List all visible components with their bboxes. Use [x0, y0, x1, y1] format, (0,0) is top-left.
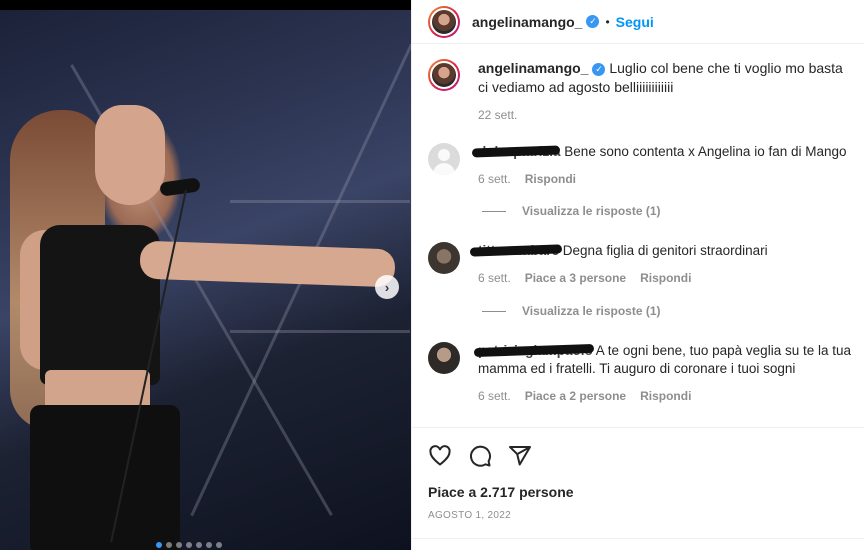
caption-username[interactable]: angelinamango_	[478, 60, 588, 76]
carousel-dot	[186, 542, 192, 548]
concert-image	[0, 10, 411, 550]
commenter-avatar[interactable]	[428, 342, 460, 374]
reply-button[interactable]: Rispondi	[525, 170, 576, 188]
comment-icon[interactable]	[468, 444, 492, 468]
view-replies-button[interactable]: Visualizza le risposte (1)	[482, 204, 661, 218]
comment-time[interactable]: 6 sett.	[478, 387, 511, 405]
comment-item: patriziagiampaolo A te ogni bene, tuo pa…	[428, 342, 853, 405]
instagram-post-modal: › angelinamango_ ✓ • Segui angelinamango…	[0, 0, 864, 550]
next-photo-button[interactable]: ›	[375, 275, 399, 299]
comment-input-area[interactable]	[412, 538, 864, 550]
comment-time[interactable]: 6 sett.	[478, 170, 511, 188]
carousel-dot	[156, 542, 162, 548]
comment-item: dolcepatrizia Bene sono contenta x Angel…	[428, 143, 853, 188]
carousel-dot	[206, 542, 212, 548]
comment-time[interactable]: 6 sett.	[478, 269, 511, 287]
comment-likes[interactable]: Piace a 2 persone	[525, 387, 626, 405]
microphone	[159, 177, 201, 197]
carousel-dot	[196, 542, 202, 548]
verified-badge-icon: ✓	[592, 62, 606, 76]
chevron-right-icon: ›	[384, 279, 390, 295]
commenter-avatar[interactable]	[428, 242, 460, 274]
share-icon[interactable]	[508, 444, 532, 468]
post-side-panel: angelinamango_ ✓ • Segui angelinamango_ ✓…	[411, 0, 864, 550]
carousel-dot	[216, 542, 222, 548]
post-photo[interactable]: ›	[0, 0, 411, 550]
post-header: angelinamango_ ✓ • Segui	[412, 0, 864, 44]
reply-button[interactable]: Rispondi	[640, 269, 691, 287]
default-avatar-icon[interactable]	[428, 143, 460, 175]
post-date[interactable]: AGOSTO 1, 2022	[428, 510, 849, 521]
caption-time[interactable]: 22 sett.	[478, 106, 517, 125]
post-actions: Piace a 2.717 persone AGOSTO 1, 2022	[412, 427, 864, 521]
carousel-dot	[176, 542, 182, 548]
author-avatar[interactable]	[428, 5, 460, 38]
comment-text: Bene sono contenta x Angelina io fan di …	[564, 144, 847, 159]
view-replies-label: Visualizza le risposte (1)	[522, 304, 661, 318]
author-username[interactable]: angelinamango_	[472, 14, 582, 30]
separator-dot: •	[605, 14, 610, 29]
follow-button[interactable]: Segui	[616, 14, 654, 30]
caption-avatar[interactable]	[428, 59, 460, 91]
comment-text: Degna figlia di genitori straordinari	[562, 243, 768, 258]
likes-count[interactable]: Piace a 2.717 persone	[428, 484, 849, 500]
heart-icon[interactable]	[428, 444, 452, 468]
comments-list[interactable]: angelinamango_ ✓ Luglio col bene che ti v…	[412, 45, 864, 427]
reply-button[interactable]: Rispondi	[640, 387, 691, 405]
caption: angelinamango_ ✓ Luglio col bene che ti v…	[428, 59, 853, 125]
carousel-dot	[166, 542, 172, 548]
view-replies-button[interactable]: Visualizza le risposte (1)	[482, 304, 661, 318]
view-replies-label: Visualizza le risposte (1)	[522, 204, 661, 218]
verified-badge-icon: ✓	[586, 15, 600, 28]
carousel-dots	[156, 542, 222, 548]
comment-item: tittocambare Degna figlia di genitori st…	[428, 242, 853, 287]
comment-likes[interactable]: Piace a 3 persone	[525, 269, 626, 287]
